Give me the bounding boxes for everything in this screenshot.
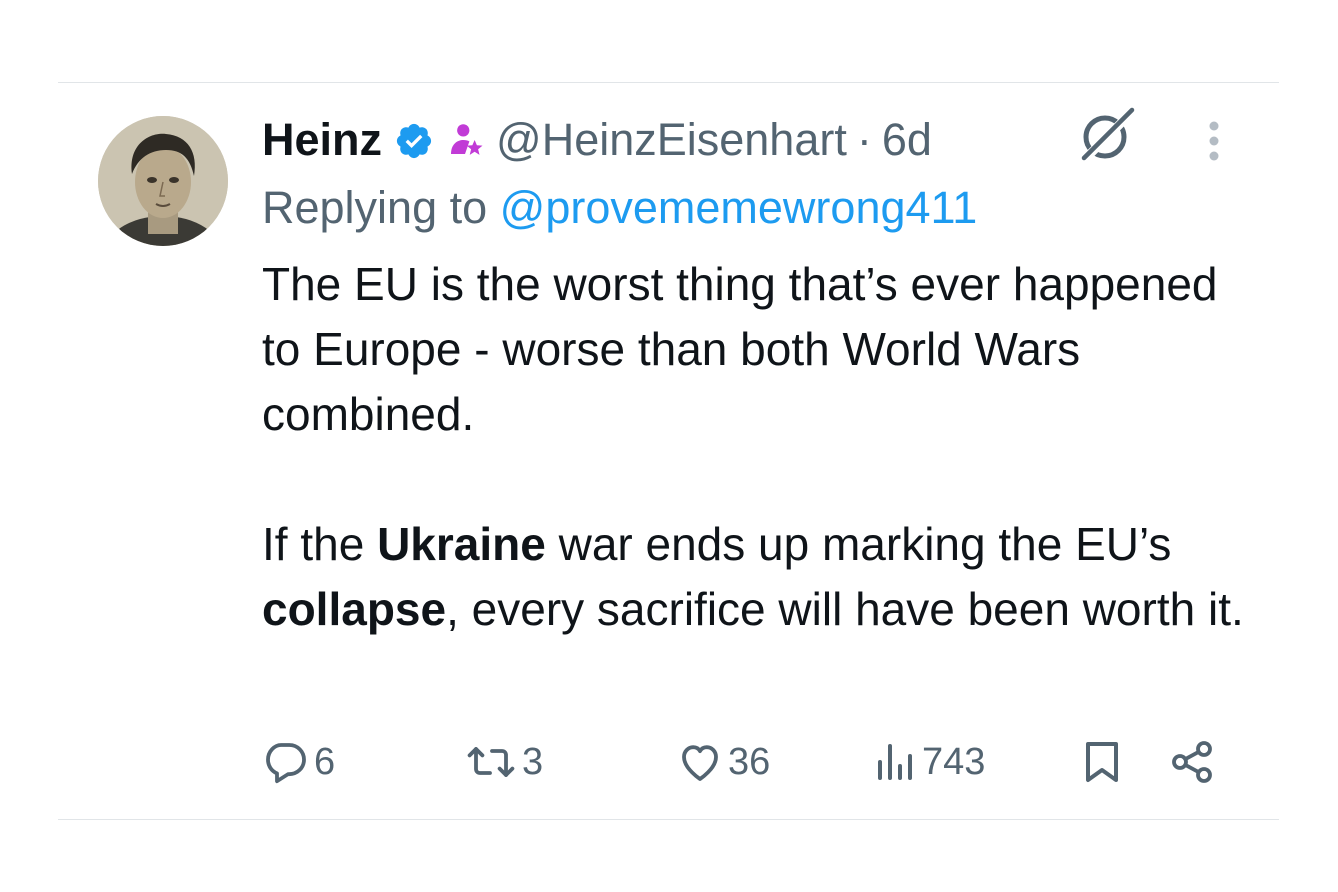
author-name[interactable]: Heinz bbox=[262, 114, 382, 166]
bookmark-icon bbox=[1086, 742, 1118, 782]
tweet-bold-collapse: collapse bbox=[262, 583, 447, 635]
tweet-bold-ukraine: Ukraine bbox=[377, 518, 546, 570]
heart-icon bbox=[682, 745, 718, 781]
views-button[interactable]: 743 bbox=[874, 732, 985, 792]
top-divider bbox=[58, 82, 1279, 83]
reply-icon bbox=[266, 743, 306, 784]
verified-badge-icon[interactable] bbox=[394, 120, 434, 160]
reply-count: 6 bbox=[314, 740, 336, 783]
bottom-divider bbox=[58, 819, 1279, 820]
replying-prefix: Replying to bbox=[262, 182, 488, 233]
share-icon bbox=[1172, 741, 1212, 783]
tweet-text-segment: , every sacrifice will have been worth i… bbox=[446, 583, 1244, 635]
reply-button[interactable]: 6 bbox=[262, 732, 335, 792]
repost-button[interactable]: 3 bbox=[466, 732, 543, 792]
views-icon bbox=[878, 744, 912, 780]
tweet-text: The EU is the worst thing that’s ever ha… bbox=[262, 252, 1262, 642]
tweet-paragraph-1: The EU is the worst thing that’s ever ha… bbox=[262, 258, 1218, 440]
tweet-text-segment: If the bbox=[262, 518, 378, 570]
tweet-paragraph-2: If the Ukraine war ends up marking the E… bbox=[262, 512, 1262, 642]
tweet-time[interactable]: 6d bbox=[882, 114, 932, 166]
bookmark-button[interactable] bbox=[1080, 732, 1124, 792]
separator-dot: · bbox=[856, 114, 872, 165]
repost-count: 3 bbox=[522, 740, 544, 783]
replying-to: Replying to @provememewrong411 bbox=[262, 182, 977, 234]
tweet-text-segment: war ends up marking the EU’s bbox=[545, 518, 1172, 570]
avatar[interactable] bbox=[98, 116, 228, 246]
tweet-header: Heinz @HeinzEisenhart · 6d bbox=[262, 112, 932, 168]
grok-icon[interactable] bbox=[1074, 104, 1138, 168]
affiliate-icon bbox=[444, 119, 486, 161]
author-handle[interactable]: @HeinzEisenhart bbox=[496, 114, 847, 166]
views-count: 743 bbox=[922, 740, 986, 783]
more-icon[interactable] bbox=[1198, 118, 1230, 166]
like-button[interactable]: 36 bbox=[676, 732, 770, 792]
share-button[interactable] bbox=[1168, 732, 1216, 792]
like-count: 36 bbox=[728, 740, 771, 783]
reply-mention-link[interactable]: @provememewrong411 bbox=[500, 182, 978, 233]
repost-icon bbox=[467, 747, 515, 777]
action-bar: 6 3 36 743 bbox=[262, 732, 1222, 792]
